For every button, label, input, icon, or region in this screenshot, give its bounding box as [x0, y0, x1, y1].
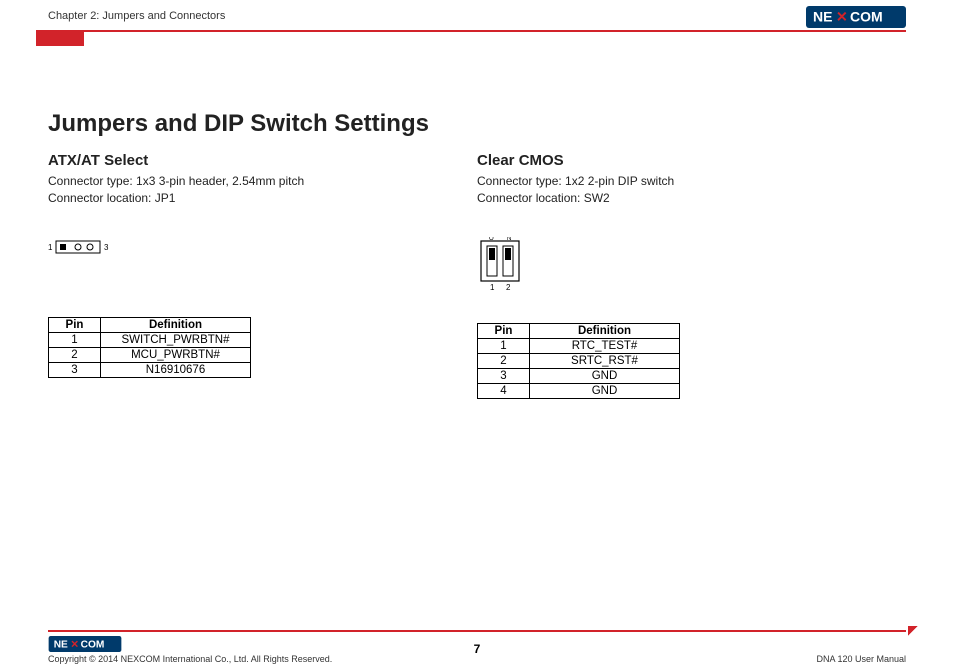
content-area: Jumpers and DIP Switch Settings ATX/AT S…	[48, 110, 906, 399]
sw2-dip-diagram: O N 1 2	[477, 237, 906, 293]
brand-logo: NE ✕ COM	[806, 6, 906, 28]
table-row: 3GND	[478, 368, 680, 383]
page-number: 7	[474, 642, 481, 656]
cmos-connector-type: Connector type: 1x2 2-pin DIP switch	[477, 173, 906, 190]
header-accent-block	[36, 32, 84, 46]
right-column: Clear CMOS Connector type: 1x2 2-pin DIP…	[477, 152, 906, 399]
table-row: 1SWITCH_PWRBTN#	[49, 332, 251, 347]
svg-text:COM: COM	[81, 639, 105, 650]
cmos-pin-table: Pin Definition 1RTC_TEST# 2SRTC_RST# 3GN…	[477, 323, 680, 399]
jp1-header-diagram: 1 3	[48, 237, 477, 277]
page-footer: NE ✕ COM Copyright © 2014 NEXCOM Interna…	[0, 630, 954, 664]
th-pin: Pin	[478, 323, 530, 338]
nexcom-logo-icon: NE ✕ COM	[806, 6, 906, 28]
pin-header-icon: 1 3	[48, 237, 138, 257]
table-row: 4GND	[478, 383, 680, 398]
svg-text:O: O	[489, 237, 494, 242]
table-row: 3N16910676	[49, 362, 251, 377]
clear-cmos-subtitle: Clear CMOS	[477, 152, 906, 169]
table-row: 2MCU_PWRBTN#	[49, 347, 251, 362]
svg-text:NE: NE	[54, 639, 68, 650]
table-row: 1RTC_TEST#	[478, 338, 680, 353]
page: { "header": { "chapter": "Chapter 2: Jum…	[0, 0, 954, 672]
dip-label-1: 1	[490, 283, 495, 292]
manual-name: DNA 120 User Manual	[816, 654, 906, 664]
footer-rule	[48, 630, 906, 632]
atx-at-subtitle: ATX/AT Select	[48, 152, 477, 169]
table-row: 2SRTC_RST#	[478, 353, 680, 368]
footer-left: NE ✕ COM Copyright © 2014 NEXCOM Interna…	[48, 636, 332, 664]
header-rule	[36, 30, 906, 32]
svg-text:COM: COM	[850, 9, 883, 25]
th-definition: Definition	[101, 317, 251, 332]
th-pin: Pin	[49, 317, 101, 332]
columns: ATX/AT Select Connector type: 1x3 3-pin …	[48, 152, 906, 399]
svg-text:NE: NE	[813, 9, 832, 25]
nexcom-footer-logo-icon: NE ✕ COM	[48, 636, 122, 652]
copyright-text: Copyright © 2014 NEXCOM International Co…	[48, 654, 332, 664]
pin3-label: 3	[104, 243, 109, 252]
th-definition: Definition	[530, 323, 680, 338]
left-column: ATX/AT Select Connector type: 1x3 3-pin …	[48, 152, 477, 399]
atx-pin-table: Pin Definition 1SWITCH_PWRBTN# 2MCU_PWRB…	[48, 317, 251, 378]
dip-label-2: 2	[506, 283, 511, 292]
atx-connector-type: Connector type: 1x3 3-pin header, 2.54mm…	[48, 173, 477, 190]
page-header: Chapter 2: Jumpers and Connectors NE ✕ C…	[0, 0, 954, 46]
svg-text:✕: ✕	[70, 639, 79, 650]
atx-connector-location: Connector location: JP1	[48, 190, 477, 207]
chapter-label: Chapter 2: Jumpers and Connectors	[48, 10, 906, 22]
cmos-connector-location: Connector location: SW2	[477, 190, 906, 207]
page-title: Jumpers and DIP Switch Settings	[48, 110, 906, 138]
pin1-label: 1	[48, 243, 53, 252]
dip-switch-icon: O N 1 2	[477, 237, 527, 293]
svg-text:✕: ✕	[836, 9, 848, 25]
svg-text:N: N	[507, 237, 511, 242]
